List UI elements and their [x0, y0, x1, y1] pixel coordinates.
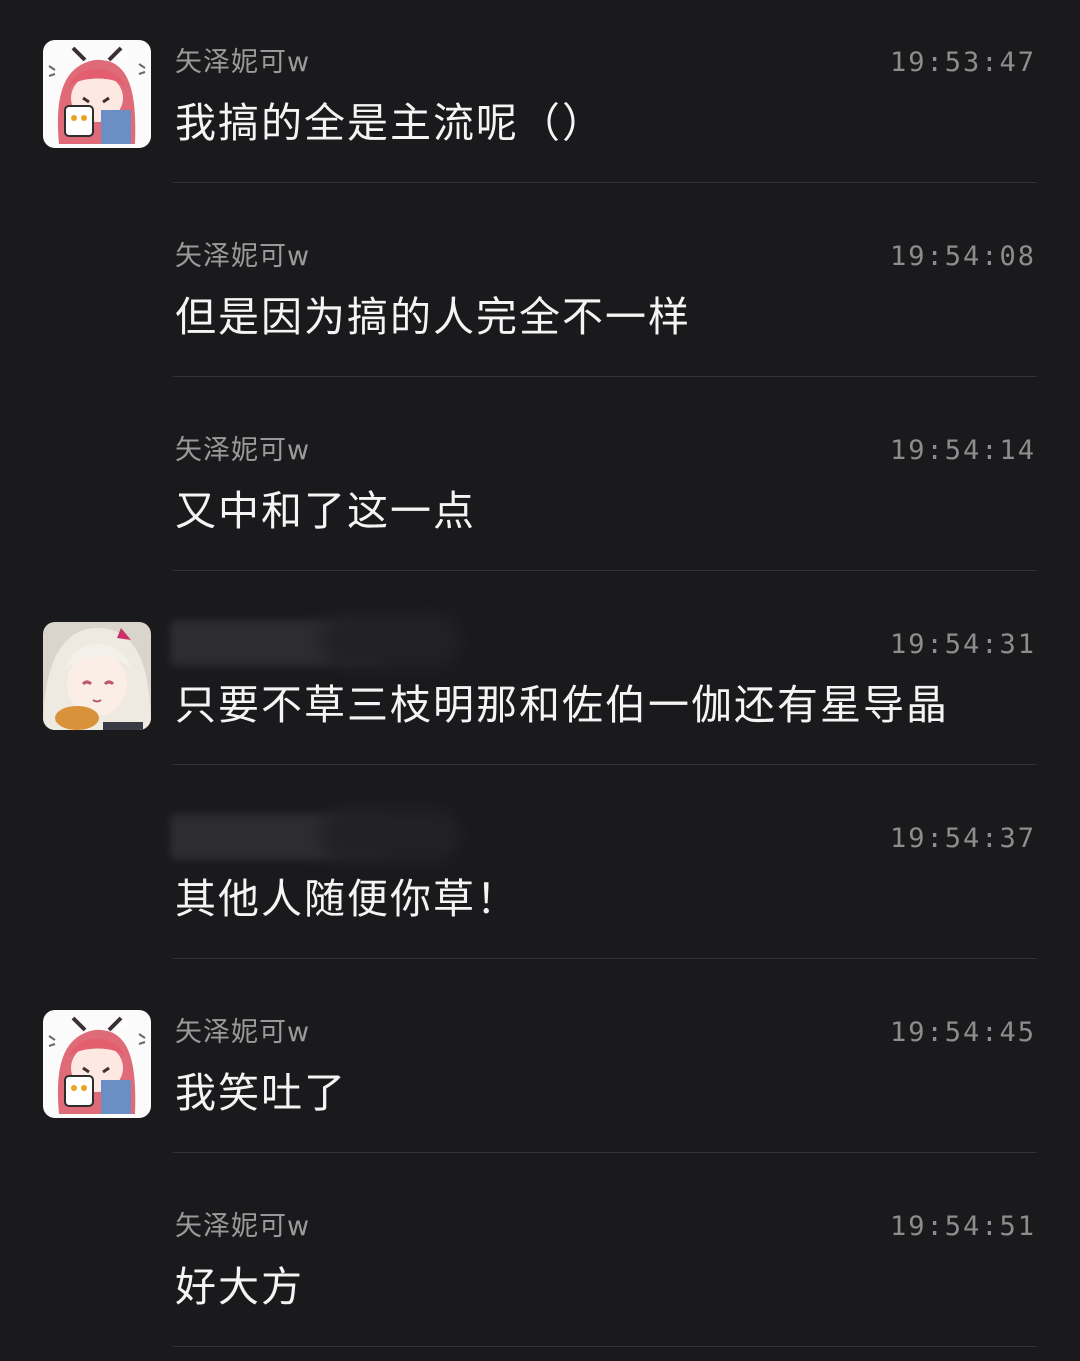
divider	[173, 1346, 1037, 1347]
message-text[interactable]: 只要不草三枝明那和佐伯一伽还有星导晶	[175, 677, 949, 733]
message-text[interactable]: 好大方	[175, 1259, 304, 1315]
message-time: 19:54:51	[889, 1211, 1036, 1242]
sender-name[interactable]: 矢泽妮可w	[175, 1208, 310, 1246]
message-item[interactable]: 矢泽妮可w 19:53:47 我搞的全是主流呢（）	[0, 0, 1080, 194]
message-time: 19:54:37	[889, 823, 1036, 854]
sender-name-redacted	[170, 814, 385, 860]
message-item[interactable]: 19:54:31 只要不草三枝明那和佐伯一伽还有星导晶	[0, 582, 1080, 776]
message-item[interactable]: 矢泽妮可w 19:54:08 但是因为搞的人完全不一样	[0, 194, 1080, 388]
chat-message-list[interactable]: 矢泽妮可w 19:53:47 我搞的全是主流呢（） 矢泽妮可w 19:54:08…	[0, 0, 1080, 1361]
sender-name[interactable]: 矢泽妮可w	[175, 432, 310, 470]
divider	[173, 376, 1037, 377]
message-item[interactable]: 矢泽妮可w 19:54:45 我笑吐了	[0, 970, 1080, 1164]
sender-name[interactable]: 矢泽妮可w	[175, 238, 310, 276]
divider	[173, 182, 1037, 183]
message-item[interactable]: 矢泽妮可w 19:54:51 好大方	[0, 1164, 1080, 1358]
message-text[interactable]: 我搞的全是主流呢（）	[175, 95, 605, 151]
divider	[173, 764, 1037, 765]
sender-name-redacted	[170, 620, 385, 666]
avatar[interactable]	[43, 622, 151, 730]
message-text[interactable]: 其他人随便你草！	[175, 871, 519, 927]
sender-name[interactable]: 矢泽妮可w	[175, 44, 310, 82]
avatar[interactable]	[43, 40, 151, 148]
message-item[interactable]: 19:54:37 其他人随便你草！	[0, 776, 1080, 970]
divider	[173, 1152, 1037, 1153]
avatar[interactable]	[43, 1010, 151, 1118]
divider	[173, 958, 1037, 959]
message-time: 19:54:14	[889, 435, 1036, 466]
sender-name[interactable]: 矢泽妮可w	[175, 1014, 310, 1052]
message-time: 19:54:31	[889, 629, 1036, 660]
pink-haired-character-avatar-icon	[43, 1010, 151, 1118]
divider	[173, 570, 1037, 571]
message-item[interactable]: 矢泽妮可w 19:54:14 又中和了这一点	[0, 388, 1080, 582]
message-text[interactable]: 但是因为搞的人完全不一样	[175, 289, 691, 345]
message-time: 19:53:47	[889, 47, 1036, 78]
message-time: 19:54:08	[889, 241, 1036, 272]
message-time: 19:54:45	[889, 1017, 1036, 1048]
pink-haired-character-avatar-icon	[43, 40, 151, 148]
message-text[interactable]: 又中和了这一点	[175, 483, 476, 539]
message-text[interactable]: 我笑吐了	[175, 1065, 347, 1121]
white-haired-character-avatar-icon	[43, 622, 151, 730]
